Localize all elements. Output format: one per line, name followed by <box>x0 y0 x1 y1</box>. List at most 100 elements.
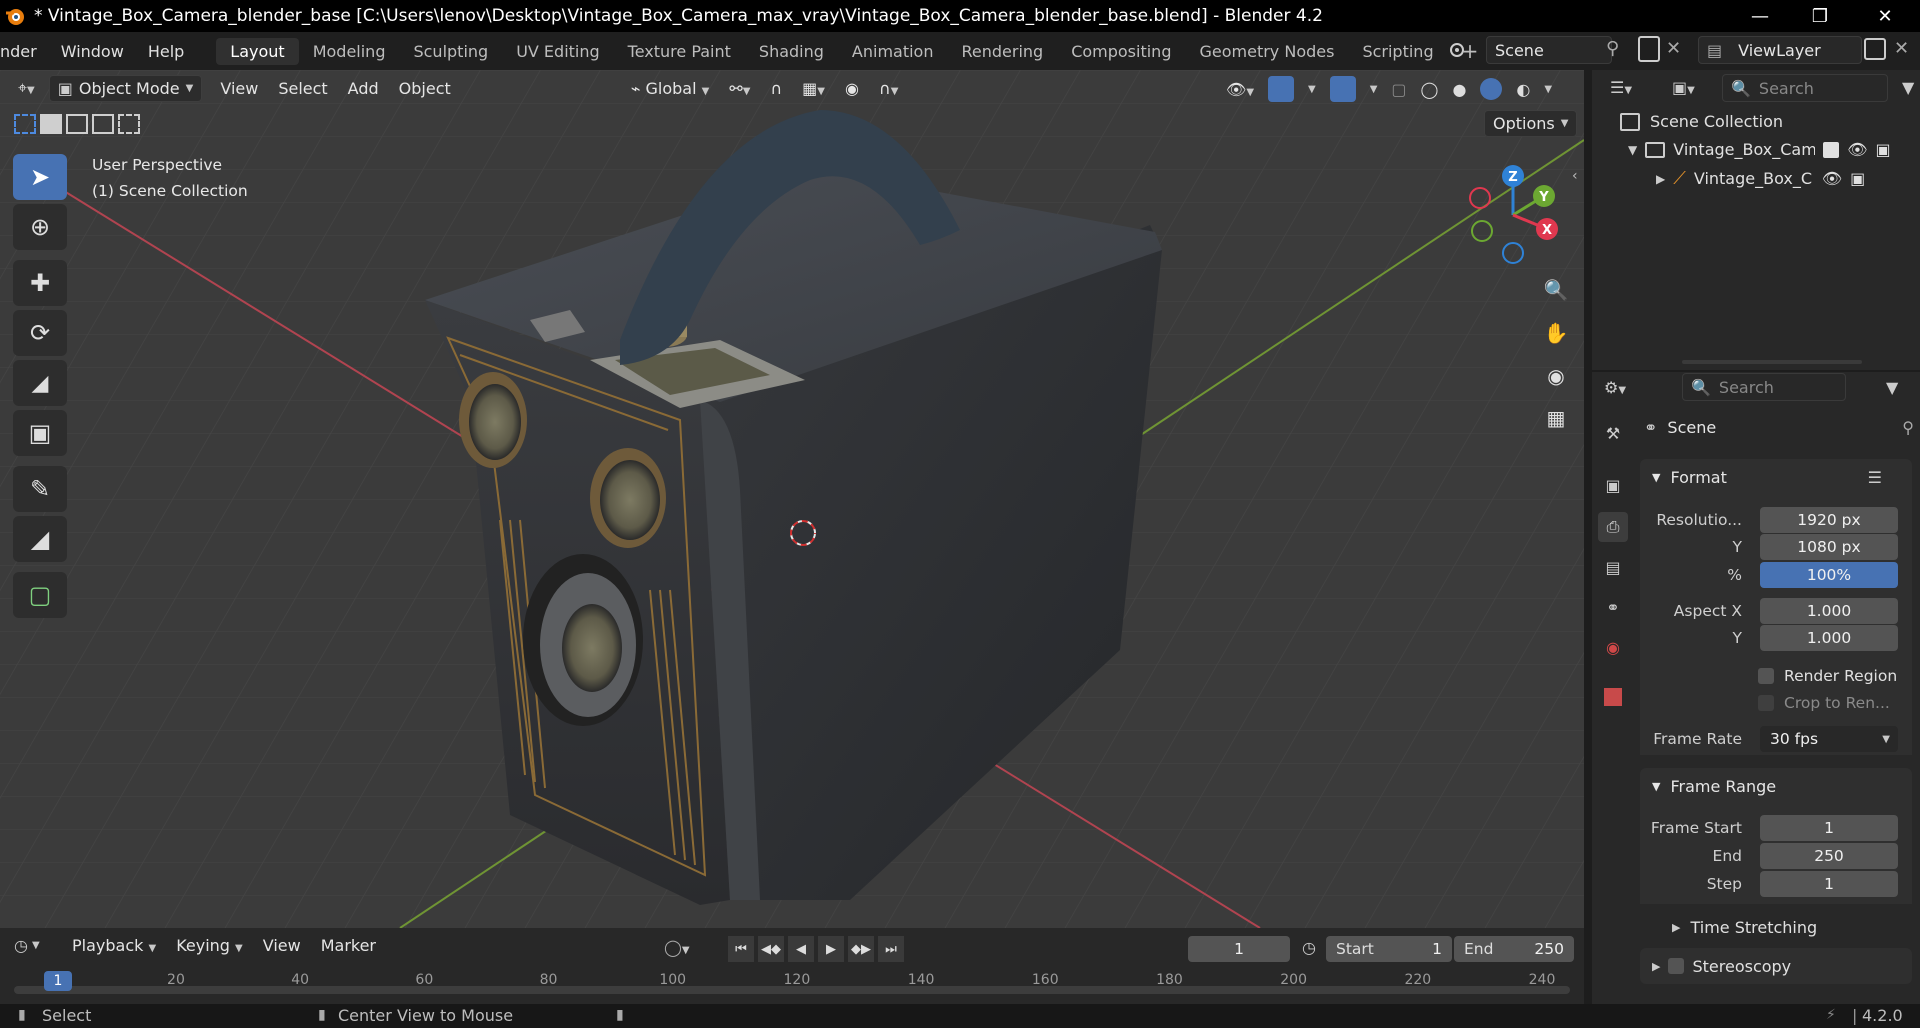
xray-icon[interactable]: ▢ <box>1391 80 1406 99</box>
tool-scale[interactable]: ◢ <box>13 360 67 406</box>
tab-modeling[interactable]: Modeling <box>299 38 400 65</box>
hide-eye-icon[interactable]: 👁 <box>1847 140 1867 159</box>
outliner-editor-icon[interactable]: ☰▼ <box>1610 78 1632 97</box>
current-frame-field[interactable]: 1 <box>1188 936 1290 962</box>
frame-end-field[interactable]: 250 <box>1760 843 1898 869</box>
tool-add-cube[interactable]: ▢ <box>13 572 67 618</box>
menu-window[interactable]: Window <box>49 42 136 61</box>
play-reverse-icon[interactable]: ◀ <box>788 936 814 962</box>
select-extend-icon[interactable] <box>40 114 62 134</box>
sidebar-toggle-icon[interactable]: ‹ <box>1572 168 1578 184</box>
stereoscopy-checkbox[interactable] <box>1668 958 1685 974</box>
gizmo-dropdown-icon[interactable]: ▼ <box>1308 84 1316 95</box>
tool-rotate[interactable]: ⟳ <box>13 310 67 356</box>
jump-end-icon[interactable]: ⏭ <box>878 936 904 962</box>
tool-properties-tab[interactable]: ⚒ <box>1598 418 1628 448</box>
options-dropdown[interactable]: Options ▼ <box>1484 110 1578 137</box>
object-render-icon[interactable]: ▣ <box>1850 169 1865 188</box>
editor-type-icon[interactable]: ⌖▼ <box>8 76 45 100</box>
outliner-search-field[interactable]: 🔍 Search <box>1722 74 1888 102</box>
format-section-header[interactable]: ▼ Format ☰ <box>1640 459 1912 495</box>
minimize-icon[interactable]: — <box>1730 0 1790 32</box>
tab-scripting[interactable]: Scripting <box>1348 38 1447 65</box>
play-icon[interactable]: ▶ <box>818 936 844 962</box>
restore-icon[interactable]: ❐ <box>1790 0 1850 32</box>
menu-help[interactable]: Help <box>136 42 196 61</box>
preview-range-icon[interactable]: ◷ <box>1302 938 1316 957</box>
outliner-collection-row[interactable]: ▼ Vintage_Box_Came 👁 ▣ <box>1628 140 1918 159</box>
remove-scene-icon[interactable]: ✕ <box>1666 38 1681 59</box>
select-new-icon[interactable] <box>14 114 36 134</box>
tool-measure[interactable]: ◢ <box>13 516 67 562</box>
render-region-row[interactable]: Render Region <box>1758 667 1897 685</box>
render-properties-tab[interactable]: ▣ <box>1598 470 1628 500</box>
object-hide-eye-icon[interactable]: 👁 <box>1822 169 1842 188</box>
navigation-gizmo[interactable]: Z Y X <box>1460 160 1570 270</box>
menu-add[interactable]: Add <box>338 77 389 100</box>
properties-editor-icon[interactable]: ⚙▼ <box>1604 378 1626 397</box>
frame-start-field[interactable]: 1 <box>1760 815 1898 841</box>
properties-search-field[interactable]: 🔍 Search <box>1682 373 1846 401</box>
wireframe-shading-icon[interactable]: ◯ <box>1421 80 1439 99</box>
expand-icon[interactable]: ▶ <box>1656 172 1665 186</box>
tab-layout[interactable]: Layout <box>216 37 299 65</box>
rendered-shading-icon[interactable]: ◐ <box>1516 80 1530 99</box>
output-properties-tab[interactable]: ⎙ <box>1598 512 1628 542</box>
outliner-root-row[interactable]: Scene Collection <box>1620 112 1783 131</box>
tab-texture-paint[interactable]: Texture Paint <box>614 38 745 65</box>
scene-selector[interactable]: Scene <box>1486 36 1612 64</box>
overlay-dropdown-icon[interactable]: ▼ <box>1370 84 1378 95</box>
tab-rendering[interactable]: Rendering <box>947 38 1057 65</box>
shading-dropdown-icon[interactable]: ▼ <box>1544 84 1552 95</box>
pan-hand-icon[interactable]: ✋ <box>1536 313 1576 353</box>
view-layer-tab[interactable]: ▤ <box>1598 552 1628 582</box>
new-scene-icon[interactable] <box>1638 36 1660 62</box>
tab-sculpting[interactable]: Sculpting <box>399 38 502 65</box>
perspective-toggle-icon[interactable]: ▦ <box>1536 398 1576 438</box>
close-icon[interactable]: ✕ <box>1855 0 1915 32</box>
properties-options-icon[interactable]: ▼ <box>1886 378 1898 397</box>
material-shading-icon[interactable] <box>1480 78 1503 100</box>
prev-keyframe-icon[interactable]: ◀◆ <box>758 936 784 962</box>
frame-range-section-header[interactable]: ▼ Frame Range <box>1640 768 1912 804</box>
render-region-checkbox[interactable] <box>1758 668 1774 684</box>
time-stretching-header[interactable]: ▶ Time Stretching <box>1672 918 1817 937</box>
crop-row[interactable]: Crop to Ren... <box>1758 694 1890 712</box>
visibility-icon[interactable]: 👁▼ <box>1226 80 1254 99</box>
texture-properties-tab[interactable] <box>1598 682 1628 712</box>
tool-move[interactable]: ✚ <box>13 260 67 306</box>
proportional-edit-icon[interactable]: ◉ <box>835 77 869 100</box>
tool-transform[interactable]: ▣ <box>13 410 67 456</box>
crop-checkbox[interactable] <box>1758 695 1774 711</box>
overlay-toggle-icon[interactable] <box>1329 76 1356 102</box>
tool-select-box[interactable]: ➤ <box>13 154 67 200</box>
remove-viewlayer-icon[interactable]: ✕ <box>1894 38 1909 59</box>
tab-shading[interactable]: Shading <box>745 38 838 65</box>
tab-animation[interactable]: Animation <box>838 38 948 65</box>
falloff-icon[interactable]: ∩▼ <box>869 77 908 100</box>
snap-target-icon[interactable]: ▦▼ <box>792 77 835 100</box>
zoom-icon[interactable]: 🔍 <box>1536 270 1576 310</box>
menu-timeline-view[interactable]: View <box>253 934 311 957</box>
tab-compositing[interactable]: Compositing <box>1057 38 1185 65</box>
world-properties-tab[interactable]: ◉ <box>1598 632 1628 662</box>
resolution-percent-field[interactable]: 100% <box>1760 562 1898 588</box>
transform-orientation-selector[interactable]: ⌁ Global ▼ <box>621 77 720 100</box>
solid-shading-icon[interactable]: ● <box>1452 80 1466 99</box>
exclude-checkbox[interactable] <box>1823 141 1840 158</box>
frame-rate-dropdown[interactable]: 30 fps ▼ <box>1760 726 1898 752</box>
new-viewlayer-icon[interactable] <box>1864 38 1886 60</box>
snap-icon[interactable]: ∩ <box>760 77 792 100</box>
menu-object[interactable]: Object <box>389 77 461 100</box>
menu-playback[interactable]: Playback ▼ <box>62 934 166 957</box>
display-mode-icon[interactable]: ▣▼ <box>1672 78 1695 97</box>
menu-select[interactable]: Select <box>268 77 337 100</box>
tab-uv-editing[interactable]: UV Editing <box>502 38 613 65</box>
aspect-x-field[interactable]: 1.000 <box>1760 598 1898 624</box>
menu-render[interactable]: nder <box>0 42 49 61</box>
render-camera-icon[interactable]: ▣ <box>1876 140 1891 159</box>
collapse-icon[interactable]: ▼ <box>1628 143 1637 157</box>
tool-annotate[interactable]: ✎ <box>13 466 67 512</box>
resolution-y-field[interactable]: 1080 px <box>1760 534 1898 560</box>
timeline-editor-type[interactable]: ◷ ▼ <box>14 936 40 955</box>
